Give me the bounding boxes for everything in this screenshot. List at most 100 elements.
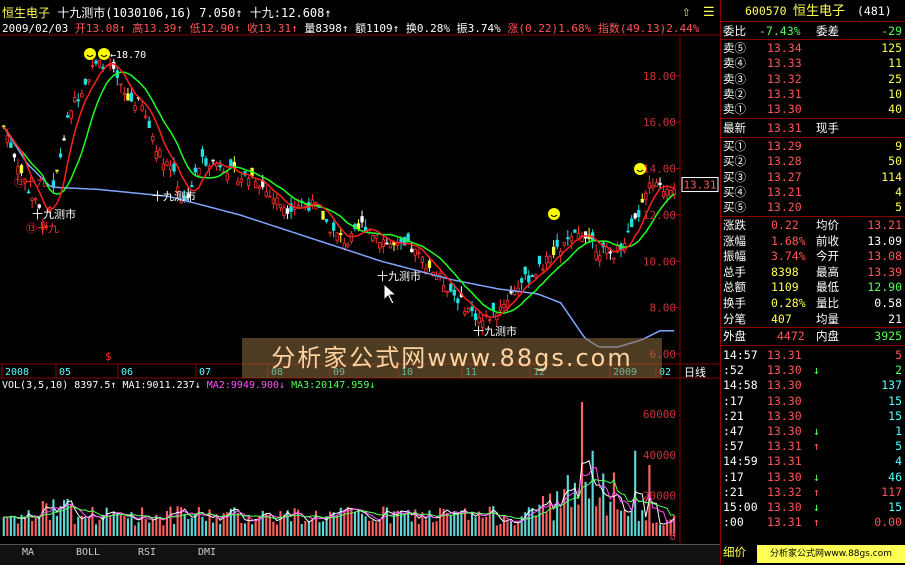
tab-ma[interactable]: MA — [22, 547, 34, 558]
detail-label-2: 均价 — [816, 218, 839, 232]
outer-value: 4472 — [777, 329, 805, 343]
weibi-row: 委比 -7.43% 委差 -29 — [721, 24, 905, 39]
volume-bar — [268, 515, 271, 536]
volume-bar — [34, 517, 37, 536]
volume-bar — [651, 523, 655, 536]
detail-label-1: 涨跌 — [723, 218, 746, 232]
volume-bar — [460, 510, 463, 536]
volume-bar — [144, 518, 147, 536]
tick-arrow: ↓ — [813, 500, 820, 514]
candle-body — [285, 208, 290, 214]
detail-value-1: 8398 — [771, 264, 799, 279]
buy-level-price: 13.27 — [767, 169, 802, 184]
candle-body — [332, 222, 336, 231]
tick-price: 13.31 — [767, 454, 802, 469]
candle-body — [534, 274, 538, 278]
candle-body — [640, 199, 644, 203]
candle-body — [463, 311, 467, 315]
candle-body — [356, 223, 361, 230]
latest-row: 最新 13.31 现手 — [721, 121, 905, 136]
candle-body — [129, 92, 134, 102]
volume-bar — [16, 523, 20, 536]
volume-bar — [403, 512, 406, 536]
candle-body — [562, 242, 566, 246]
candle-body — [456, 298, 460, 304]
tab-rsi[interactable]: RSI — [138, 547, 156, 558]
signal-label-1: 十九测市 — [32, 207, 76, 221]
quote-detail-row: 振幅 3.74% 今开 13.08 — [721, 249, 905, 264]
volume-bar — [655, 522, 658, 536]
volume-bar — [478, 511, 481, 536]
volume-bar — [87, 517, 90, 536]
tick-time: 14:59 — [723, 454, 758, 469]
sell-level-label: 卖② — [723, 86, 746, 101]
candle-body — [34, 198, 38, 201]
detail-label[interactable]: 细价 — [723, 545, 746, 560]
candle-body — [328, 231, 332, 234]
detail-label-2: 前收 — [816, 233, 839, 248]
volume-bar — [55, 515, 59, 536]
volume-bar — [499, 523, 502, 536]
sell-level-price: 13.30 — [767, 102, 802, 117]
current-hand-label: 现手 — [816, 121, 839, 135]
candle-body — [470, 306, 474, 312]
volume-bar — [389, 523, 392, 536]
candle-body — [151, 135, 155, 141]
candle-body — [87, 79, 91, 82]
volume-bar — [485, 516, 488, 536]
kline-panel[interactable]: 恒生电子 十九测市(1030106,16) 7.050↑ 十九:12.608↑ … — [0, 0, 720, 565]
candle-body — [257, 186, 261, 189]
volume-bar — [158, 517, 161, 536]
volume-bar — [495, 525, 498, 536]
volume-bar — [627, 516, 630, 536]
volume-bar — [84, 518, 87, 536]
candle-body — [420, 256, 425, 263]
volume-bar — [176, 506, 179, 536]
volume-bar — [304, 521, 307, 536]
vol-name: VOL(3,5,10) — [2, 380, 69, 391]
candle-body — [349, 233, 354, 243]
tab-dmi[interactable]: DMI — [198, 547, 216, 558]
tab-boll[interactable]: BOLL — [76, 547, 100, 558]
candle-body — [665, 188, 669, 196]
volume-bar — [378, 519, 381, 536]
buy-level-price: 13.28 — [767, 154, 802, 169]
volume-bar — [119, 514, 122, 536]
volume-bar — [559, 507, 562, 536]
candle-body — [126, 93, 130, 101]
outer-label: 外盘 — [723, 329, 746, 343]
tick-price: 13.30 — [767, 469, 802, 484]
quote-detail-row: 换手 0.28% 量比 0.58 — [721, 296, 905, 311]
volume-bar — [204, 520, 208, 536]
volume-bar — [541, 495, 545, 536]
buy-level-label: 买① — [723, 139, 746, 153]
sell-level-volume: 40 — [888, 102, 902, 117]
tick-arrow: ↓ — [813, 469, 820, 484]
detail-value-2: 13.39 — [867, 264, 902, 279]
sell-level-volume: 11 — [888, 56, 902, 71]
volume-bar — [148, 522, 151, 536]
sell-level-label: 卖① — [723, 102, 746, 117]
volume-bar — [566, 475, 569, 536]
candle-body — [523, 266, 527, 275]
candle-body — [119, 83, 123, 86]
signal-label-2: 十九测市 — [152, 189, 196, 203]
buy-level-label: 买④ — [723, 184, 746, 199]
detail-label-1: 总额 — [723, 280, 746, 295]
volume-bar — [439, 508, 442, 536]
candle-body — [527, 275, 531, 283]
volume-bar — [619, 510, 623, 536]
vol-ma1: MA1:9011.237 — [122, 380, 195, 391]
tick-time: 15:00 — [723, 500, 758, 514]
candle-body — [388, 243, 393, 249]
volume-bar — [169, 506, 172, 536]
scroll-up-icon: ⇧ — [682, 4, 690, 20]
volume-bar — [300, 523, 303, 536]
tick-time: :21 — [723, 408, 744, 423]
volume-bar — [307, 520, 310, 536]
volume-bar — [449, 515, 452, 536]
candle-body — [140, 105, 144, 111]
kline-chart[interactable]: 18.0016.0014.0012.0010.008.006.0013.3160… — [0, 0, 720, 544]
tick-row: 14:59 13.31 4 — [721, 454, 905, 469]
candle-body — [165, 161, 169, 166]
